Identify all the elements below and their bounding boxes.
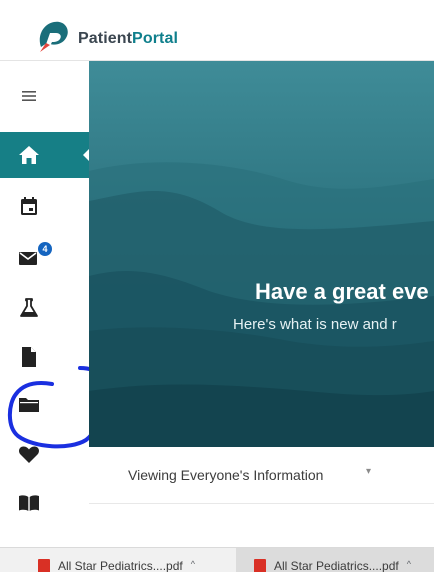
viewing-selector[interactable]: Viewing Everyone's Information ▾ bbox=[89, 447, 434, 504]
calendar-icon bbox=[20, 197, 37, 215]
download-item[interactable]: All Star Pediatrics....pdf ^ bbox=[0, 548, 232, 572]
sidebar-item-health[interactable] bbox=[0, 431, 89, 477]
document-icon bbox=[21, 347, 36, 367]
heart-icon bbox=[18, 446, 39, 463]
viewing-label: Viewing Everyone's Information bbox=[128, 467, 324, 483]
sidebar-item-calendar[interactable] bbox=[0, 183, 89, 229]
welcome-subtitle: Here's what is new and r bbox=[233, 316, 397, 333]
flask-icon bbox=[19, 298, 38, 317]
download-item[interactable]: All Star Pediatrics....pdf ^ bbox=[236, 548, 434, 572]
app-name[interactable]: PatientPortal bbox=[78, 30, 178, 48]
pdf-file-icon bbox=[254, 559, 266, 572]
app-header: PatientPortal bbox=[0, 0, 434, 61]
chevron-up-icon[interactable]: ^ bbox=[191, 559, 195, 569]
download-filename: All Star Pediatrics....pdf bbox=[58, 559, 183, 572]
menu-button[interactable] bbox=[0, 73, 89, 119]
welcome-title: Have a great eve bbox=[255, 279, 429, 304]
sidebar-item-lab-results[interactable] bbox=[0, 285, 89, 331]
menu-icon bbox=[21, 91, 36, 101]
sidebar-item-education[interactable] bbox=[0, 480, 89, 526]
sidebar-item-documents[interactable] bbox=[0, 334, 89, 380]
book-icon bbox=[18, 495, 39, 511]
sidebar-item-files[interactable] bbox=[0, 381, 89, 427]
landscape-background bbox=[89, 162, 434, 447]
app-name-part1: Patient bbox=[78, 30, 133, 47]
download-filename: All Star Pediatrics....pdf bbox=[274, 559, 399, 572]
unread-count-badge: 4 bbox=[37, 241, 53, 257]
app-name-part2: Portal bbox=[132, 30, 178, 47]
patient-portal-logo[interactable] bbox=[36, 20, 70, 52]
chevron-down-icon: ▾ bbox=[366, 466, 372, 477]
welcome-banner: Have a great eve Here's what is new and … bbox=[89, 61, 434, 447]
home-icon bbox=[18, 146, 39, 164]
folder-icon bbox=[18, 398, 39, 412]
downloads-bar: All Star Pediatrics....pdf ^ All Star Pe… bbox=[0, 547, 434, 572]
sidebar-item-messages[interactable]: 4 bbox=[0, 235, 89, 281]
pdf-file-icon bbox=[38, 559, 50, 572]
chevron-up-icon[interactable]: ^ bbox=[407, 559, 411, 569]
sidebar-nav: 4 bbox=[0, 61, 89, 547]
sidebar-item-home[interactable] bbox=[0, 132, 89, 178]
